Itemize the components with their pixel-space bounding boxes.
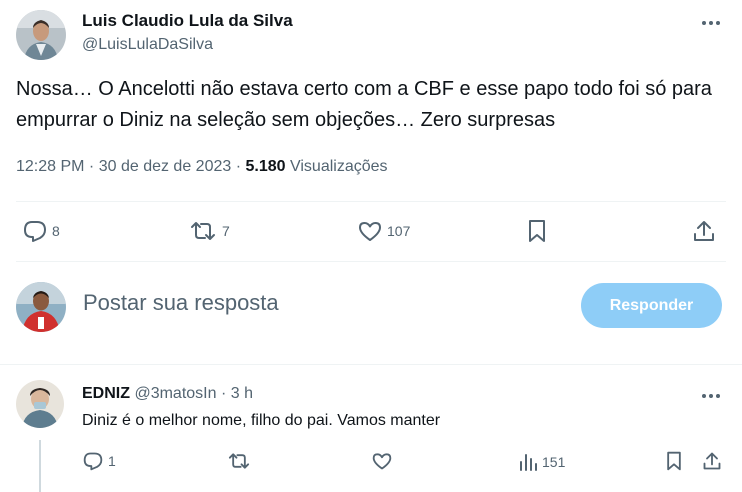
author-avatar[interactable] xyxy=(16,10,66,60)
reply-icon xyxy=(82,451,104,471)
reply-author-avatar[interactable] xyxy=(16,380,64,428)
heart-icon xyxy=(357,219,383,243)
analytics-icon xyxy=(518,452,538,472)
reply-reply-action[interactable]: 1 xyxy=(82,451,116,471)
retweet-icon xyxy=(188,219,218,243)
reply-author-handle-time[interactable]: @3matosIn · 3 h xyxy=(130,385,253,402)
tweet-text: Nossa… O Ancelotti não estava certo com … xyxy=(16,78,712,131)
reply-reply-count: 1 xyxy=(108,453,116,469)
thread-line xyxy=(39,440,41,492)
heart-icon xyxy=(371,451,393,471)
divider xyxy=(16,201,726,202)
share-icon xyxy=(692,218,716,244)
like-count: 107 xyxy=(387,223,411,239)
share-action[interactable] xyxy=(692,218,716,244)
bookmark-icon xyxy=(664,450,684,472)
bookmark-icon xyxy=(525,218,549,244)
reply-author-line: EDNIZ @3matosIn · 3 h xyxy=(82,385,253,403)
tweet-timestamp[interactable]: 12:28 PM · 30 de dez de 2023 · xyxy=(16,158,245,175)
share-icon xyxy=(702,450,722,472)
reply-action[interactable]: 8 xyxy=(22,219,60,243)
reply-more-options-icon[interactable] xyxy=(700,385,722,412)
reply-icon xyxy=(22,219,48,243)
reply-share-action[interactable] xyxy=(702,450,722,472)
reply-author-name[interactable]: EDNIZ xyxy=(82,385,130,402)
reply-bookmark-action[interactable] xyxy=(664,450,684,472)
retweet-action[interactable]: 7 xyxy=(188,219,230,243)
reply-retweet-action[interactable] xyxy=(226,451,252,471)
views-label: Visualizações xyxy=(285,158,388,175)
divider xyxy=(16,261,726,262)
section-divider xyxy=(0,364,742,365)
reply-button[interactable]: Responder xyxy=(581,283,722,328)
reply-like-action[interactable] xyxy=(371,451,393,471)
tweet-meta: 12:28 PM · 30 de dez de 2023 · 5.180 Vis… xyxy=(16,158,388,176)
retweet-icon xyxy=(226,451,252,471)
reply-input[interactable]: Postar sua resposta xyxy=(83,290,279,316)
reply-views-count: 151 xyxy=(542,454,566,470)
reply-text: Diniz é o melhor nome, filho do pai. Vam… xyxy=(82,412,441,429)
views-count: 5.180 xyxy=(245,158,286,175)
like-action[interactable]: 107 xyxy=(357,219,410,243)
reply-count: 8 xyxy=(52,223,60,239)
author-handle[interactable]: @LuisLulaDaSilva xyxy=(82,36,213,54)
author-name[interactable]: Luis Claudio Lula da Silva xyxy=(82,11,293,31)
more-options-icon[interactable] xyxy=(700,12,722,39)
bookmark-action[interactable] xyxy=(525,218,549,244)
retweet-count: 7 xyxy=(222,223,230,239)
user-avatar[interactable] xyxy=(16,282,66,332)
reply-views-action[interactable]: 151 xyxy=(518,452,565,472)
